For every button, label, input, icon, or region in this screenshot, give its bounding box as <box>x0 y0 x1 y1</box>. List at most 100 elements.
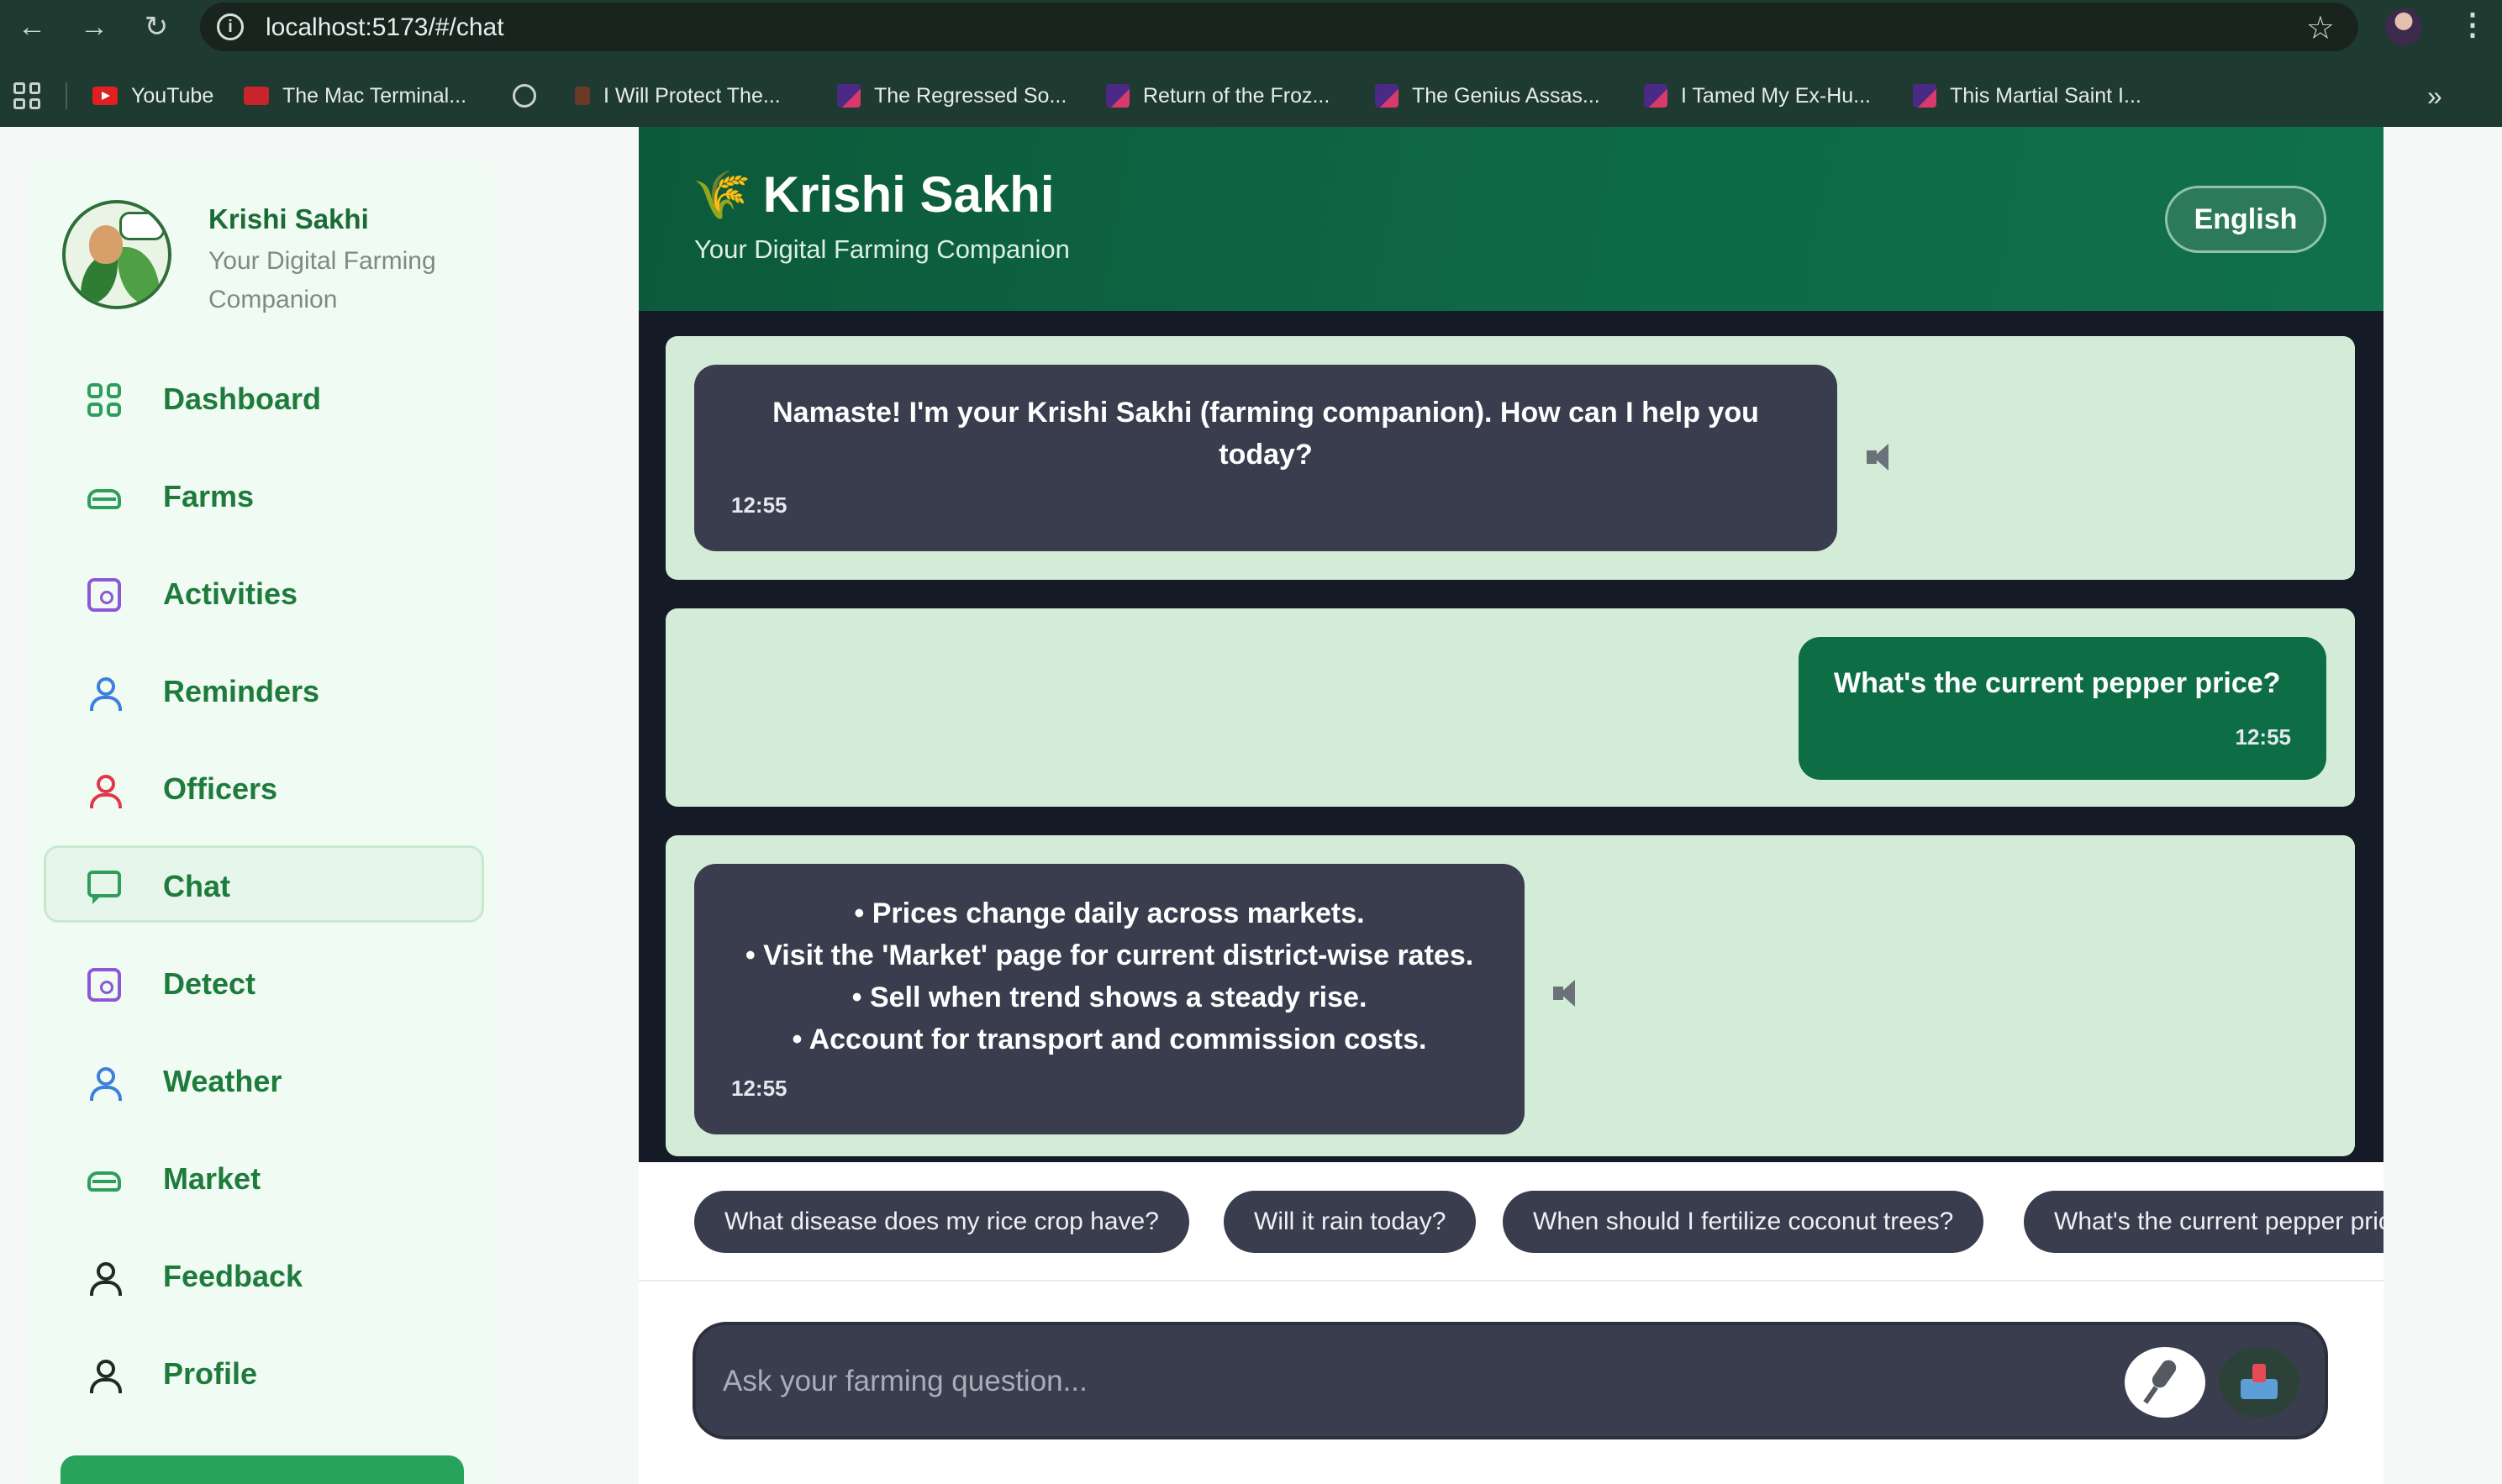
person-icon <box>87 1260 122 1296</box>
page-title: Krishi Sakhi <box>762 166 1055 223</box>
bot-message-bubble: Namaste! I'm your Krishi Sakhi (farming … <box>694 365 1837 551</box>
message-text: What's the current pepper price? <box>1834 667 2281 699</box>
dashboard-grid-icon <box>87 383 121 417</box>
profile-avatar[interactable] <box>2385 8 2422 45</box>
bookmark-label: I Will Protect The... <box>603 83 781 108</box>
krishi-sakhi-logo <box>62 200 171 309</box>
mic-button[interactable] <box>2125 1347 2205 1418</box>
brand-tagline: Your Digital Farming Companion <box>208 247 436 313</box>
chat-input-area <box>639 1280 2383 1484</box>
browser-toolbar: ← → ↻ i localhost:5173/#/chat ☆ ⋮ <box>0 0 2502 54</box>
book-icon <box>837 84 861 108</box>
bookmark-frozen[interactable]: Return of the Froz... <box>1106 82 1330 109</box>
sidebar-item-label: Farms <box>163 479 255 513</box>
bookmark-globe[interactable] <box>513 82 550 109</box>
message-line: • Prices change daily across markets. <box>854 897 1365 929</box>
sidebar-item-farms[interactable]: Farms <box>44 455 484 533</box>
sidebar-item-label: Dashboard <box>163 382 322 416</box>
bookmark-star-icon[interactable]: ☆ <box>2306 9 2335 47</box>
suggestion-chip[interactable]: What disease does my rice crop have? <box>694 1191 1189 1253</box>
sidebar-item-officers[interactable]: Officers <box>44 748 484 825</box>
message-line: • Sell when trend shows a steady rise. <box>851 981 1367 1013</box>
sidebar-bottom-button[interactable] <box>61 1455 464 1484</box>
bot-message-bubble: • Prices change daily across markets. • … <box>694 864 1525 1134</box>
message-text: Namaste! I'm your Krishi Sakhi (farming … <box>772 397 1759 471</box>
sidebar-item-market[interactable]: Market <box>44 1138 484 1215</box>
browser-menu-icon[interactable]: ⋮ <box>2457 7 2488 42</box>
tray-icon <box>87 489 121 509</box>
site-info-icon[interactable]: i <box>217 13 244 40</box>
sidebar-item-label: Chat <box>163 869 230 903</box>
bookmark-label: I Tamed My Ex-Hu... <box>1681 83 1871 108</box>
chat-input-container <box>693 1322 2328 1439</box>
book-icon <box>1106 84 1130 108</box>
speaker-icon[interactable] <box>1863 442 1897 472</box>
bookmark-label: Return of the Froz... <box>1143 83 1330 108</box>
sidebar-item-label: Activities <box>163 576 298 611</box>
bookmark-label: The Genius Assas... <box>1412 83 1600 108</box>
sidebar-item-label: Feedback <box>163 1259 303 1293</box>
bookmark-label: YouTube <box>131 83 214 108</box>
suggestion-chip[interactable]: Will it rain today? <box>1224 1191 1477 1253</box>
sidebar-item-weather[interactable]: Weather <box>44 1040 484 1118</box>
tray-icon <box>87 1171 121 1192</box>
sidebar-item-chat[interactable]: Chat <box>44 845 484 923</box>
bookmark-mac-terminal[interactable]: The Mac Terminal... <box>244 82 466 109</box>
book-icon <box>1375 84 1398 108</box>
sidebar-item-label: Profile <box>163 1356 258 1391</box>
apps-grid-icon[interactable] <box>13 82 40 109</box>
chat-bubble-icon <box>87 871 121 904</box>
page-subtitle: Your Digital Farming Companion <box>694 234 1070 264</box>
forward-arrow-icon[interactable]: → <box>76 8 113 45</box>
sidebar-item-dashboard[interactable]: Dashboard <box>44 358 484 435</box>
message-row: Namaste! I'm your Krishi Sakhi (farming … <box>666 336 2355 580</box>
book-icon <box>1644 84 1667 108</box>
speaker-icon[interactable] <box>1550 978 1583 1008</box>
detect-box-icon <box>87 968 121 1002</box>
sidebar-item-activities[interactable]: Activities <box>44 553 484 630</box>
sidebar: Krishi Sakhi Your Digital Farming Compan… <box>27 160 498 1484</box>
suggestion-chip[interactable]: When should I fertilize coconut trees? <box>1503 1191 1984 1253</box>
chat-input[interactable] <box>723 1359 2067 1404</box>
suggestions-bar: What disease does my rice crop have? Wil… <box>639 1162 2383 1280</box>
back-arrow-icon[interactable]: ← <box>13 8 50 45</box>
sidebar-item-label: Officers <box>163 771 278 806</box>
message-line: • Visit the 'Market' page for current di… <box>745 939 1474 971</box>
send-button[interactable] <box>2219 1347 2299 1418</box>
message-time: 12:55 <box>731 492 787 518</box>
message-row: • Prices change daily across markets. • … <box>666 835 2355 1156</box>
sidebar-item-detect[interactable]: Detect <box>44 943 484 1020</box>
chat-header: 🌾 Krishi Sakhi Your Digital Farming Comp… <box>639 127 2383 311</box>
person-icon <box>87 1066 122 1101</box>
youtube-icon <box>92 87 118 105</box>
message-time: 12:55 <box>2235 724 2292 750</box>
bookmarks-bar: YouTube The Mac Terminal... I Will Prote… <box>0 72 2502 118</box>
activity-box-icon <box>87 578 121 612</box>
message-list: • Prices change daily across markets. • … <box>694 892 1525 1060</box>
bookmark-protect[interactable]: I Will Protect The... <box>575 82 781 109</box>
message-row: What's the current pepper price? 12:55 <box>666 608 2355 807</box>
sidebar-item-label: Weather <box>163 1064 282 1098</box>
message-line: • Account for transport and commission c… <box>792 1024 1427 1055</box>
sidebar-item-profile[interactable]: Profile <box>44 1333 484 1410</box>
bookmark-genius[interactable]: The Genius Assas... <box>1375 82 1600 109</box>
bookmark-tamed[interactable]: I Tamed My Ex-Hu... <box>1644 82 1871 109</box>
bookmarks-divider <box>66 82 67 109</box>
url-text[interactable]: localhost:5173/#/chat <box>266 13 504 42</box>
person-icon <box>87 773 122 808</box>
suggestion-chip[interactable]: What's the current pepper price? <box>2024 1191 2383 1253</box>
bookmark-youtube[interactable]: YouTube <box>92 82 213 109</box>
more-bookmarks-icon[interactable]: » <box>2427 81 2442 112</box>
sidebar-item-feedback[interactable]: Feedback <box>44 1235 484 1313</box>
sidebar-item-reminders[interactable]: Reminders <box>44 650 484 728</box>
sidebar-item-label: Reminders <box>163 674 320 708</box>
language-button[interactable]: English <box>2165 186 2326 253</box>
bookmark-martial[interactable]: This Martial Saint I... <box>1913 82 2141 109</box>
sidebar-item-label: Detect <box>163 966 256 1001</box>
address-bar[interactable]: i localhost:5173/#/chat ☆ <box>200 3 2358 51</box>
hlo-icon <box>244 87 269 105</box>
bookmark-regressed[interactable]: The Regressed So... <box>837 82 1067 109</box>
person-icon <box>87 676 122 711</box>
globe-icon <box>513 84 536 108</box>
reload-icon[interactable]: ↻ <box>138 8 175 45</box>
